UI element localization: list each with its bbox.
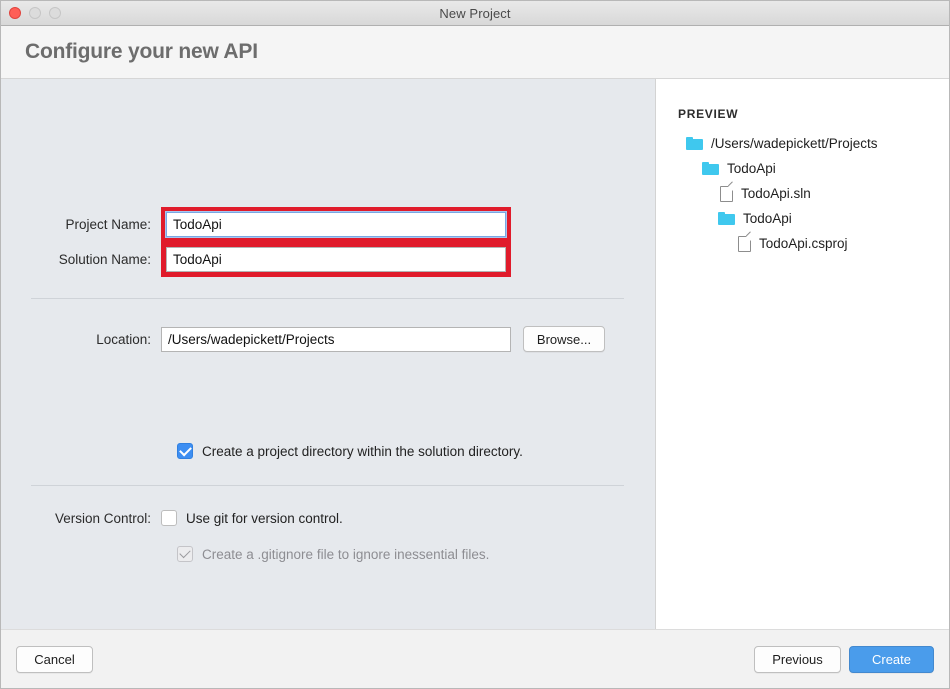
solution-name-row: Solution Name: TodoApi <box>1 242 655 277</box>
divider-bottom <box>31 485 624 486</box>
checkmark-icon <box>179 443 192 456</box>
tree-item-projects-folder[interactable]: /Users/wadepickett/Projects <box>686 131 949 156</box>
tree-item-todoapi-csproj-file[interactable]: TodoApi.csproj <box>738 231 949 256</box>
tree-item-todoapi-project-folder[interactable]: TodoApi <box>718 206 949 231</box>
create-project-directory-row[interactable]: Create a project directory within the so… <box>177 443 523 459</box>
project-name-annotation: TodoApi <box>161 207 511 242</box>
file-icon <box>738 236 751 252</box>
solution-name-label: Solution Name: <box>1 252 151 267</box>
tree-item-todoapi-sln-file[interactable]: TodoApi.sln <box>720 181 949 206</box>
divider-top <box>31 298 624 299</box>
project-name-input[interactable]: TodoApi <box>166 212 506 237</box>
window-controls <box>9 7 61 19</box>
tree-item-todoapi-solution-folder[interactable]: TodoApi <box>702 156 949 181</box>
create-project-directory-label: Create a project directory within the so… <box>202 444 523 459</box>
maximize-window-button[interactable] <box>49 7 61 19</box>
dialog-footer: Cancel Previous Create <box>1 629 949 688</box>
tree-item-label: TodoApi.csproj <box>759 236 848 251</box>
browse-button[interactable]: Browse... <box>523 326 605 352</box>
minimize-window-button[interactable] <box>29 7 41 19</box>
solution-name-input[interactable]: TodoApi <box>166 247 506 272</box>
location-row: Location: /Users/wadepickett/Projects Br… <box>1 326 655 352</box>
location-label: Location: <box>1 332 151 347</box>
window-title: New Project <box>1 6 949 21</box>
version-control-row: Version Control: Use git for version con… <box>1 510 655 526</box>
location-input[interactable]: /Users/wadepickett/Projects <box>161 327 511 352</box>
preview-panel: PREVIEW /Users/wadepickett/Projects Todo… <box>655 79 949 629</box>
configuration-form: Project Name: TodoApi Solution Name: Tod… <box>1 79 655 629</box>
folder-icon <box>718 212 735 225</box>
dialog-body: Project Name: TodoApi Solution Name: Tod… <box>1 79 949 629</box>
gitignore-row: Create a .gitignore file to ignore iness… <box>177 546 489 562</box>
project-name-row: Project Name: TodoApi <box>1 207 655 242</box>
window-titlebar: New Project <box>1 1 949 26</box>
new-project-dialog: New Project Configure your new API Proje… <box>0 0 950 689</box>
tree-item-label: TodoApi <box>727 161 776 176</box>
preview-title: PREVIEW <box>678 107 949 121</box>
create-project-directory-checkbox[interactable] <box>177 443 193 459</box>
version-control-label: Version Control: <box>1 511 151 526</box>
solution-name-annotation: TodoApi <box>161 242 511 277</box>
use-git-label: Use git for version control. <box>186 511 343 526</box>
gitignore-label: Create a .gitignore file to ignore iness… <box>202 547 489 562</box>
tree-item-label: TodoApi <box>743 211 792 226</box>
dialog-header: Configure your new API <box>1 26 949 79</box>
use-git-checkbox[interactable] <box>161 510 177 526</box>
tree-item-label: /Users/wadepickett/Projects <box>711 136 878 151</box>
close-window-button[interactable] <box>9 7 21 19</box>
checkmark-icon-disabled <box>179 547 190 558</box>
folder-icon <box>686 137 703 150</box>
folder-icon <box>702 162 719 175</box>
project-name-label: Project Name: <box>1 217 151 232</box>
previous-button[interactable]: Previous <box>754 646 841 673</box>
tree-item-label: TodoApi.sln <box>741 186 811 201</box>
cancel-button[interactable]: Cancel <box>16 646 93 673</box>
page-title: Configure your new API <box>25 40 258 64</box>
create-button[interactable]: Create <box>849 646 934 673</box>
file-icon <box>720 186 733 202</box>
gitignore-checkbox <box>177 546 193 562</box>
